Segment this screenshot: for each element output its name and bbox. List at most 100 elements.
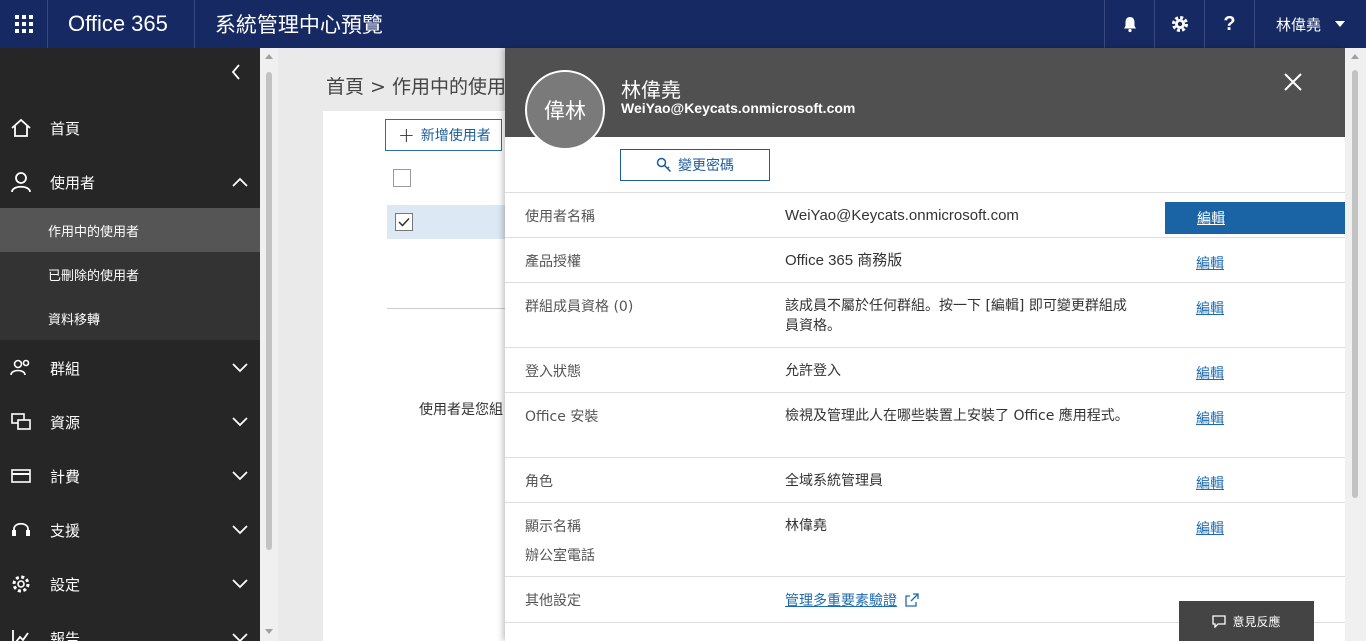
detail-row-license: 產品授權 Office 365 商務版 編輯 — [505, 237, 1345, 282]
sidebar-subitem-active-users[interactable]: 作用中的使用者 — [0, 208, 260, 252]
avatar: 偉林 — [525, 70, 605, 150]
user-display-name: 林偉堯 — [621, 78, 681, 102]
user-detail-panel: 偉林 林偉堯 WeiYao@Keycats.onmicrosoft.com 變更… — [505, 48, 1345, 641]
app-launcher-button[interactable] — [0, 0, 48, 48]
notifications-button[interactable] — [1104, 0, 1154, 48]
detail-label: 產品授權 — [525, 254, 581, 270]
detail-row-signin-status: 登入狀態 允許登入 編輯 — [505, 347, 1345, 392]
billing-icon — [0, 467, 50, 485]
detail-value: 全域系統管理員 — [785, 473, 883, 489]
plus-icon: + — [398, 123, 415, 147]
collapse-sidebar-button[interactable] — [224, 60, 248, 84]
sidebar-subitem-data-migration[interactable]: 資料移轉 — [0, 296, 260, 340]
change-password-button[interactable]: 變更密碼 — [620, 149, 770, 181]
waffle-icon — [14, 15, 33, 33]
chevron-down-icon — [220, 471, 260, 481]
user-menu[interactable]: 林偉堯 — [1254, 0, 1366, 48]
user-icon — [0, 171, 50, 193]
chevron-up-icon — [220, 177, 260, 187]
home-icon — [0, 118, 50, 138]
select-all-checkbox[interactable] — [393, 169, 411, 187]
detail-label: 使用者名稱 — [525, 209, 595, 225]
detail-value: 該成員不屬於任何群組。按一下 [編輯] 即可變更群組成員資格。 — [785, 298, 1127, 334]
edit-groups-link[interactable]: 編輯 — [1196, 298, 1224, 318]
detail-row-groups: 群組成員資格 (0) 該成員不屬於任何群組。按一下 [編輯] 即可變更群組成員資… — [505, 282, 1345, 347]
add-user-button[interactable]: + 新增使用者 — [385, 119, 502, 151]
mfa-link-label: 管理多重要素驗證 — [785, 593, 897, 609]
close-panel-button[interactable] — [1283, 72, 1307, 96]
settings-icon — [0, 573, 50, 595]
sidebar-item-reports[interactable]: 報告 — [0, 611, 260, 641]
chevron-left-icon — [231, 64, 240, 80]
manage-mfa-link[interactable]: 管理多重要素驗證 — [785, 590, 919, 610]
sidebar-item-label: 群組 — [50, 359, 81, 378]
detail-value: 林偉堯 — [785, 518, 827, 534]
detail-label: Office 安裝 — [525, 409, 599, 425]
top-bar: Office 365 系統管理中心預覽 ? 林偉堯 — [0, 0, 1366, 48]
sidebar-item-users[interactable]: 使用者 — [0, 155, 260, 209]
sidebar-item-groups[interactable]: 群組 — [0, 341, 260, 395]
detail-row-username: 使用者名稱 WeiYao@Keycats.onmicrosoft.com 編輯 — [505, 192, 1345, 237]
help-icon: ? — [1223, 12, 1236, 35]
resources-icon — [0, 412, 50, 432]
detail-value: WeiYao@Keycats.onmicrosoft.com — [785, 207, 1019, 224]
chevron-down-icon — [220, 633, 260, 641]
help-button[interactable]: ? — [1204, 0, 1254, 48]
edit-display-name-link[interactable]: 編輯 — [1196, 518, 1224, 538]
sidebar-item-label: 首頁 — [50, 119, 81, 138]
chevron-down-icon — [220, 579, 260, 589]
brand-title[interactable]: Office 365 — [48, 0, 195, 48]
scroll-up-arrow-icon[interactable] — [1351, 54, 1359, 59]
close-icon — [1284, 73, 1302, 91]
scrollbar-thumb[interactable] — [1352, 70, 1358, 498]
sidebar-item-support[interactable]: 支援 — [0, 503, 260, 557]
sidebar: 首頁 使用者 作用中的使用者 已刪除的使用者 資料移轉 群組 資源 計費 支援 … — [0, 48, 260, 641]
row-checkbox[interactable] — [395, 213, 413, 231]
external-link-icon — [905, 593, 919, 607]
user-name: 林偉堯 — [1275, 15, 1321, 34]
bell-icon — [1123, 17, 1136, 33]
detail-label-phone: 辦公室電話 — [525, 548, 595, 564]
edit-license-link[interactable]: 編輯 — [1196, 253, 1224, 273]
detail-row-office-installs: Office 安裝 檢視及管理此人在哪些裝置上安裝了 Office 應用程式。 … — [505, 392, 1345, 457]
feedback-label: 意見反應 — [1232, 614, 1281, 629]
reports-icon — [0, 627, 50, 641]
sidebar-item-label: 支援 — [50, 521, 81, 540]
scroll-up-arrow-icon[interactable] — [265, 54, 273, 59]
checkmark-icon — [398, 217, 410, 227]
detail-label: 群組成員資格 (0) — [525, 299, 634, 315]
app-title: 系統管理中心預覽 — [214, 13, 383, 37]
user-email: WeiYao@Keycats.onmicrosoft.com — [621, 100, 856, 116]
sidebar-scrollbar[interactable] — [260, 48, 278, 641]
detail-label: 登入狀態 — [525, 364, 581, 380]
edit-username-button[interactable]: 編輯 — [1165, 202, 1345, 234]
scroll-down-arrow-icon[interactable] — [265, 629, 273, 634]
sidebar-item-billing[interactable]: 計費 — [0, 449, 260, 503]
detail-label: 顯示名稱 — [525, 519, 581, 535]
edit-office-installs-link[interactable]: 編輯 — [1196, 408, 1224, 428]
users-description: 使用者是您組 — [419, 402, 503, 418]
sidebar-item-settings[interactable]: 設定 — [0, 557, 260, 611]
sidebar-subitem-deleted-users[interactable]: 已刪除的使用者 — [0, 252, 260, 296]
add-user-label: 新增使用者 — [420, 128, 491, 144]
detail-value: 允許登入 — [785, 363, 841, 379]
group-icon — [0, 358, 50, 378]
settings-button[interactable] — [1154, 0, 1204, 48]
detail-label: 其他設定 — [525, 593, 581, 609]
chevron-down-icon — [220, 525, 260, 535]
sidebar-item-label: 使用者 — [50, 173, 96, 192]
detail-value: 檢視及管理此人在哪些裝置上安裝了 Office 應用程式。 — [785, 408, 1129, 424]
detail-row-display-name: 顯示名稱 辦公室電話 林偉堯 編輯 — [505, 502, 1345, 576]
caret-down-icon — [1335, 21, 1345, 27]
scrollbar-thumb[interactable] — [266, 72, 272, 550]
detail-label: 角色 — [525, 474, 553, 490]
sidebar-item-home[interactable]: 首頁 — [0, 101, 260, 155]
detail-value: Office 365 商務版 — [785, 252, 903, 269]
sidebar-item-label: 資源 — [50, 413, 81, 432]
panel-scrollbar[interactable] — [1345, 48, 1366, 641]
edit-role-link[interactable]: 編輯 — [1196, 473, 1224, 493]
edit-signin-link[interactable]: 編輯 — [1196, 363, 1224, 383]
sidebar-item-resources[interactable]: 資源 — [0, 395, 260, 449]
feedback-button[interactable]: 意見反應 — [1179, 601, 1314, 641]
feedback-icon — [1212, 614, 1227, 628]
